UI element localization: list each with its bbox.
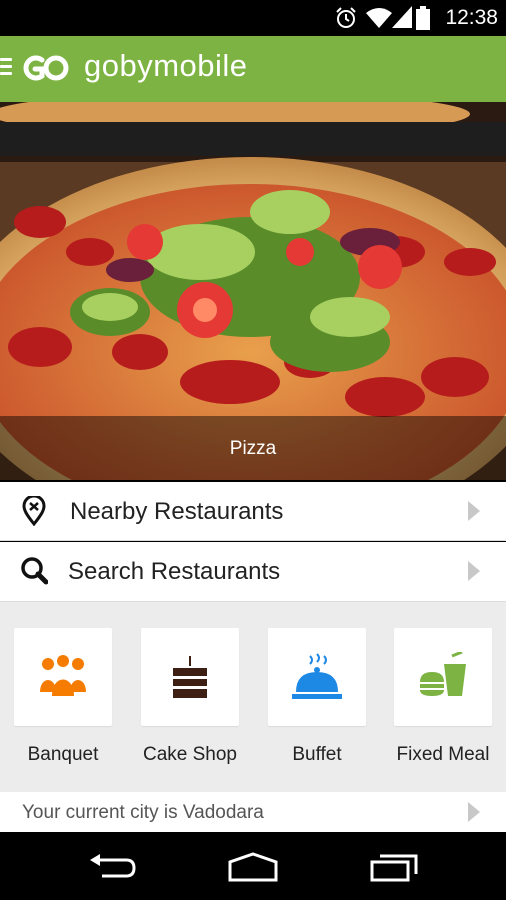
- back-icon[interactable]: [88, 852, 136, 882]
- buffet-tile[interactable]: [268, 628, 366, 726]
- chevron-right-icon: [468, 561, 480, 581]
- current-city-row[interactable]: Your current city is Vadodara: [0, 792, 506, 832]
- home-icon[interactable]: [226, 852, 280, 882]
- fixed-meal-icon: [420, 652, 466, 696]
- banquet-icon: [40, 655, 86, 696]
- nearby-restaurants-row[interactable]: Nearby Restaurants: [0, 482, 506, 541]
- banquet-label: Banquet: [27, 744, 99, 765]
- cake-shop-tile[interactable]: [141, 628, 239, 726]
- search-restaurants-label: Search Restaurants: [68, 558, 281, 585]
- current-city-text: Your current city is Vadodara: [22, 802, 264, 823]
- menu-icon[interactable]: [0, 58, 12, 79]
- fixed-meal-tile[interactable]: [394, 628, 492, 726]
- search-icon: [21, 557, 48, 585]
- chevron-right-icon: [468, 501, 480, 521]
- fixed-meal-label: Fixed Meal: [396, 744, 490, 765]
- status-bar: 12:38: [0, 0, 506, 36]
- nearby-restaurants-label: Nearby Restaurants: [70, 498, 284, 525]
- battery-icon: [416, 6, 430, 30]
- app-bar: gobymobile: [0, 36, 506, 102]
- signal-icon: [392, 6, 412, 28]
- wifi-icon: [366, 8, 392, 28]
- status-time: 12:38: [445, 6, 498, 29]
- cake-shop-label: Cake Shop: [142, 744, 237, 765]
- brand-name: gobymobile: [84, 48, 248, 83]
- buffet-label: Buffet: [292, 744, 342, 765]
- buffet-icon: [292, 653, 342, 699]
- alarm-icon: [336, 7, 356, 28]
- recent-apps-icon[interactable]: [368, 852, 420, 882]
- cake-icon: [173, 656, 207, 698]
- system-nav-bar: [0, 832, 506, 900]
- category-grid: Banquet Cake Shop Buffet Fixed Meal: [0, 602, 506, 792]
- logo-icon: [23, 55, 69, 81]
- hero-caption: Pizza: [229, 438, 277, 459]
- search-restaurants-row[interactable]: Search Restaurants: [0, 542, 506, 602]
- banquet-tile[interactable]: [14, 628, 112, 726]
- chevron-right-icon: [468, 802, 480, 822]
- hero-banner[interactable]: Pizza: [0, 102, 506, 480]
- location-pin-icon: [22, 496, 46, 526]
